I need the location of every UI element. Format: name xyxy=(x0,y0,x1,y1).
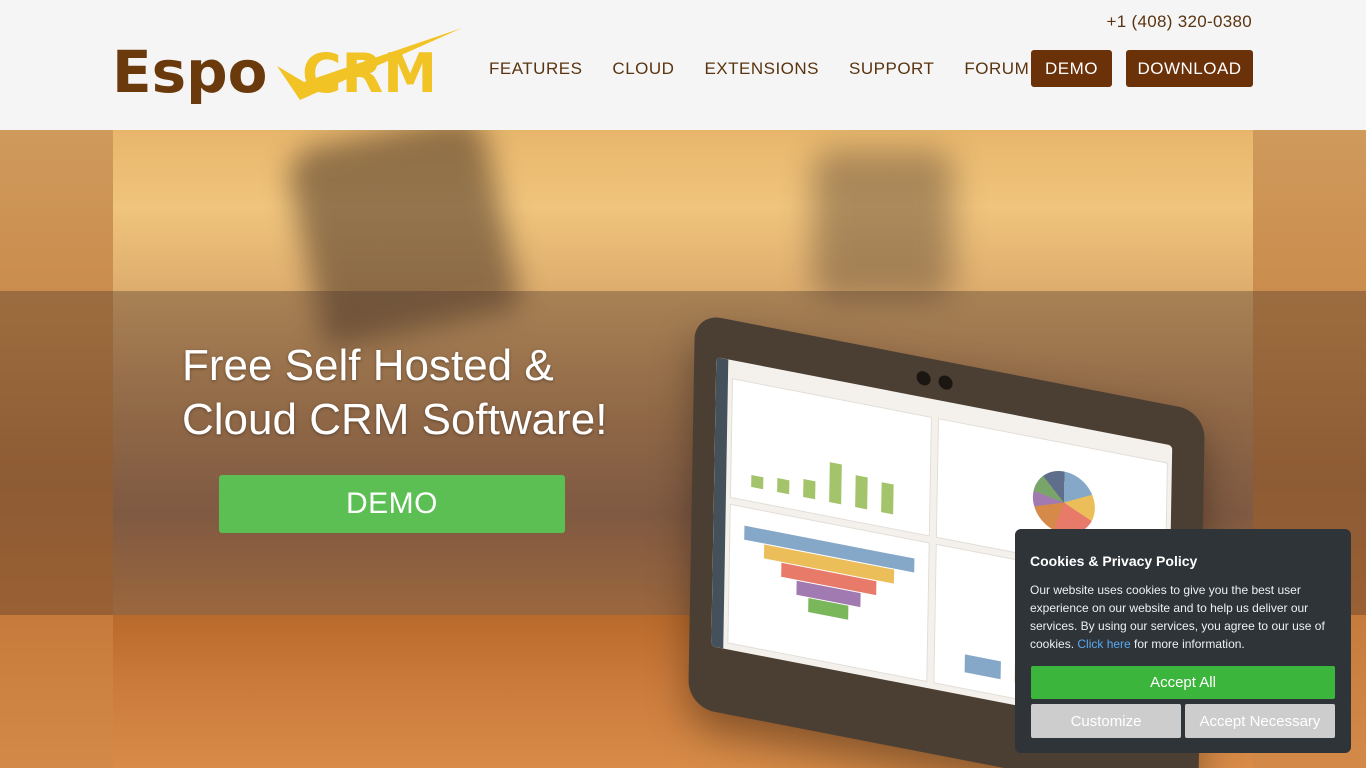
header-demo-button[interactable]: DEMO xyxy=(1031,50,1112,87)
hero-title-line-2: Cloud CRM Software! xyxy=(182,395,608,444)
logo-text-crm: CRM xyxy=(302,42,437,105)
camera-icon xyxy=(916,369,931,387)
camera-icon xyxy=(938,374,953,391)
cookie-consent-banner: Cookies & Privacy Policy Our website use… xyxy=(1015,529,1351,753)
app-sidebar xyxy=(711,357,729,649)
chart-bar xyxy=(964,654,1001,680)
hero-title-line-1: Free Self Hosted & xyxy=(182,341,554,390)
nav-cloud[interactable]: CLOUD xyxy=(612,59,674,79)
phone-number[interactable]: +1 (408) 320-0380 xyxy=(1107,12,1252,32)
cookie-banner-text: Our website uses cookies to give you the… xyxy=(1030,581,1336,653)
nav-features[interactable]: FEATURES xyxy=(489,59,582,79)
chart-bar xyxy=(829,462,842,505)
chart-bar xyxy=(855,475,868,510)
cookie-policy-link[interactable]: Click here xyxy=(1077,637,1130,651)
hero-title: Free Self Hosted & Cloud CRM Software! xyxy=(182,339,702,447)
cookie-banner-title: Cookies & Privacy Policy xyxy=(1030,553,1198,569)
blurred-chair-back xyxy=(813,150,953,300)
nav-forum[interactable]: FORUM xyxy=(964,59,1029,79)
accept-necessary-button[interactable]: Accept Necessary xyxy=(1185,704,1335,738)
chart-bar xyxy=(803,479,816,500)
accept-all-button[interactable]: Accept All xyxy=(1031,666,1335,699)
logo-text-espo: Espo xyxy=(112,38,268,106)
cookie-text-tail: for more information. xyxy=(1130,637,1245,651)
chart-bar xyxy=(751,474,764,490)
chart-bar xyxy=(881,482,894,515)
nav-extensions[interactable]: EXTENSIONS xyxy=(704,59,819,79)
nav-support[interactable]: SUPPORT xyxy=(849,59,934,79)
espocrm-logo[interactable]: Espo CRM xyxy=(112,22,464,106)
site-header: +1 (408) 320-0380 Espo CRM FEATURES CLOU… xyxy=(0,0,1366,130)
customize-button[interactable]: Customize xyxy=(1031,704,1181,738)
hero-demo-button[interactable]: DEMO xyxy=(219,475,565,533)
chart-bar xyxy=(777,477,790,495)
main-nav: FEATURES CLOUD EXTENSIONS SUPPORT FORUM xyxy=(474,50,1044,88)
header-download-button[interactable]: DOWNLOAD xyxy=(1126,50,1253,87)
